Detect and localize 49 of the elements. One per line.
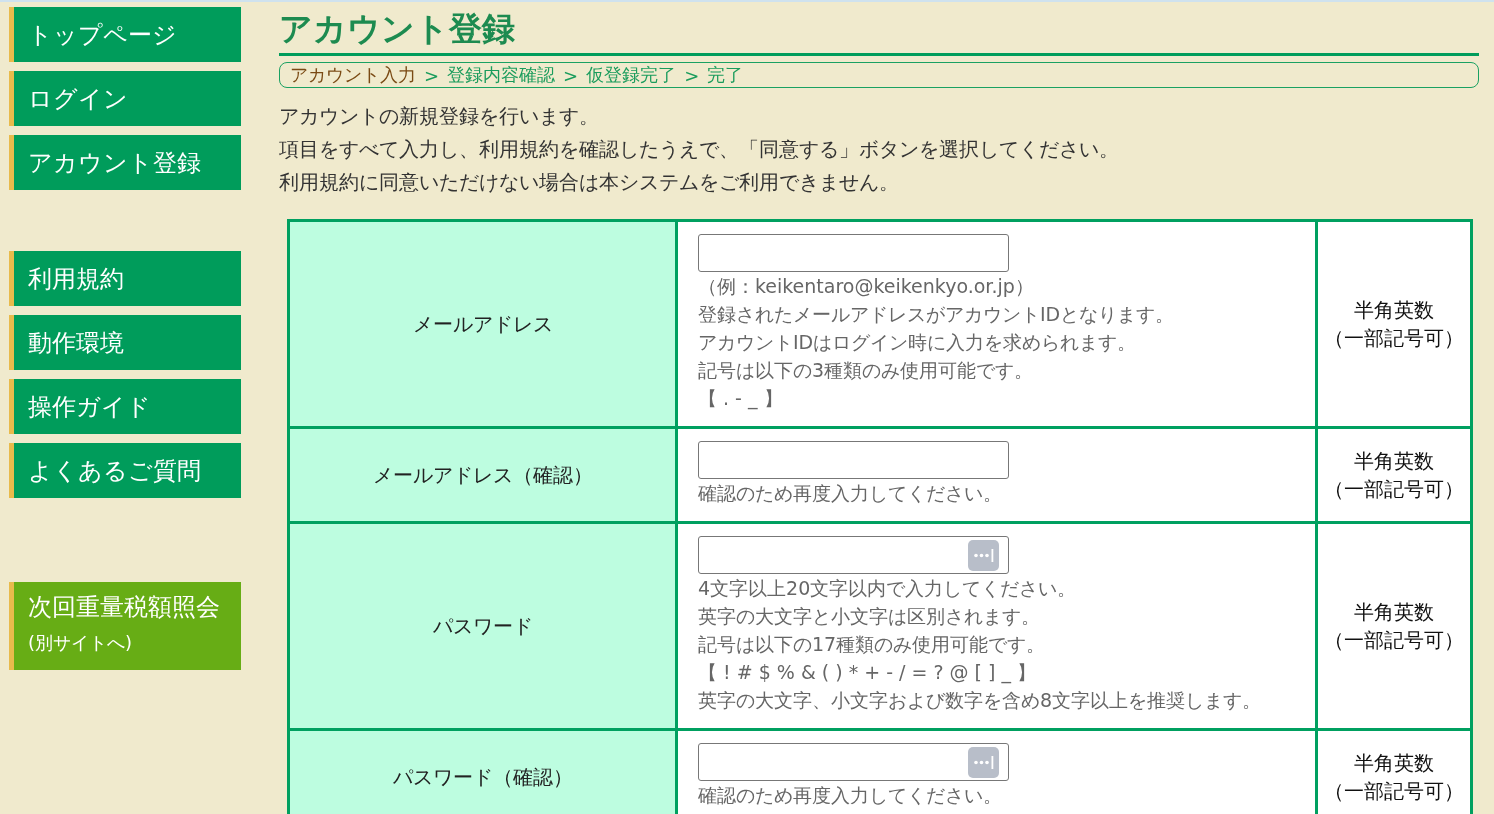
hint-text: 確認のため再度入力してください。 [698, 481, 1003, 506]
step-label: アカウント入力 [290, 63, 416, 87]
step-label: 仮登録完了 [586, 63, 677, 87]
input-field[interactable] [698, 234, 1009, 272]
hint-text: 確認のため再度入力してください。 [698, 783, 1003, 808]
sidebar-link[interactable]: アカウント登録 [9, 135, 241, 190]
step-label: 登録内容確認 [447, 63, 556, 87]
hint-text: （例：keikentaro@keikenkyo.or.jp） [698, 274, 1035, 299]
hint-text: 【 ! # $ % & ( ) * + - / = ? @ [ ] _ 】 [698, 660, 1038, 686]
format-note: 半角英数 [1353, 297, 1435, 324]
format-note: 半角英数 [1353, 448, 1435, 475]
format-note: 半角英数 [1353, 750, 1435, 777]
format-note: （一部記号可） [1323, 476, 1465, 503]
intro-text: 利用規約に同意いただけない場合は本システムをご利用できません。 [279, 169, 900, 196]
hint-text: 【 . - _ 】 [698, 386, 784, 412]
sidebar-link[interactable]: トップページ [9, 7, 241, 62]
hint-text: アカウントIDはログイン時に入力を求められます。 [698, 330, 1138, 355]
input-field[interactable] [698, 441, 1009, 479]
step-separator: > [684, 64, 700, 86]
field-label: パスワード [432, 614, 533, 638]
page-title: アカウント登録 [279, 2, 1479, 56]
step-separator: > [424, 64, 440, 86]
step-separator: > [563, 64, 579, 86]
sidebar-link[interactable]: 操作ガイド [9, 379, 241, 434]
password-dots-icon[interactable] [968, 746, 999, 778]
field-label: パスワード（確認） [392, 765, 573, 789]
format-note: （一部記号可） [1323, 778, 1465, 805]
password-dots-icon[interactable] [968, 539, 999, 571]
hint-text: 記号は以下の17種類のみ使用可能です。 [698, 632, 1047, 657]
hint-text: 記号は以下の3種類のみ使用可能です。 [698, 358, 1035, 383]
password-field[interactable] [698, 536, 1009, 574]
hint-text: 登録されたメールアドレスがアカウントIDとなります。 [698, 302, 1176, 327]
password-field[interactable] [698, 743, 1009, 781]
sidebar-link[interactable]: 利用規約 [9, 251, 241, 306]
format-note: （一部記号可） [1323, 325, 1465, 352]
hint-text: 英字の大文字と小文字は区別されます。 [698, 604, 1041, 629]
hint-text: 4文字以上20文字以内で入力してください。 [698, 576, 1078, 601]
intro-text: 項目をすべて入力し、利用規約を確認したうえで、「同意する」ボタンを選択してください。 [279, 136, 1120, 163]
format-note: （一部記号可） [1323, 627, 1465, 654]
sidebar-link[interactable]: ログイン [9, 71, 241, 126]
format-note: 半角英数 [1353, 599, 1435, 626]
field-label: メールアドレス [412, 312, 553, 336]
sidebar-link[interactable]: よくあるご質問 [9, 443, 241, 498]
hint-text: 英字の大文字、小文字および数字を含め8文字以上を推奨します。 [698, 688, 1263, 713]
sidebar-link[interactable]: 動作環境 [9, 315, 241, 370]
step-label: 完了 [707, 63, 744, 87]
intro-text: アカウントの新規登録を行います。 [279, 103, 600, 130]
field-label: メールアドレス（確認） [372, 463, 593, 487]
external-site-link[interactable]: 次回重量税額照会 (別サイトへ) [9, 582, 241, 670]
